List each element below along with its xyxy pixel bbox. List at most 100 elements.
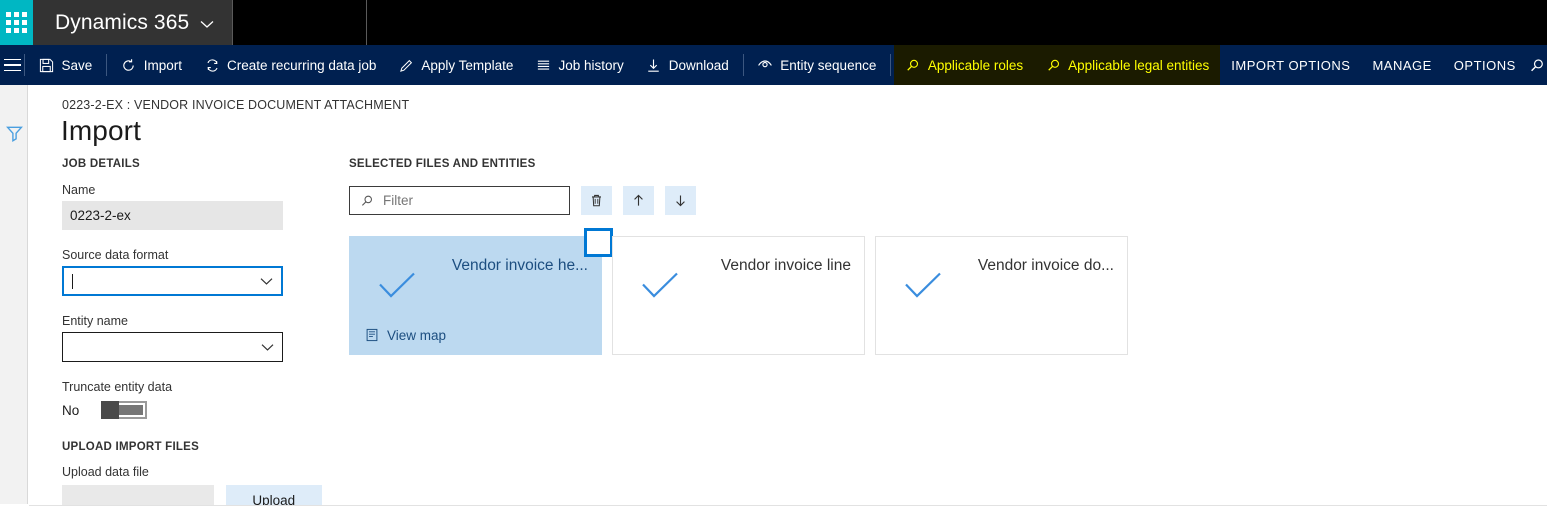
entity-card[interactable]: Vendor invoice he... View map: [349, 228, 613, 355]
command-manage[interactable]: MANAGE: [1361, 45, 1442, 85]
entity-card[interactable]: Vendor invoice line: [612, 236, 865, 355]
command-label: Create recurring data job: [227, 57, 377, 73]
check-icon: [904, 272, 942, 305]
filter-pane-icon[interactable]: [6, 125, 23, 142]
truncate-entity-data-value: No: [62, 402, 80, 418]
magnifier-icon: [1045, 57, 1061, 73]
top-brand-bar: Dynamics 365: [0, 0, 1547, 45]
command-label: IMPORT OPTIONS: [1231, 57, 1351, 73]
source-data-format-label: Source data format: [62, 248, 169, 262]
arrow-down-icon: [673, 193, 689, 209]
global-search-button[interactable]: [1527, 45, 1547, 85]
truncate-entity-data-label: Truncate entity data: [62, 380, 173, 394]
refresh-icon: [121, 57, 137, 73]
entity-name-label: Entity name: [62, 314, 129, 328]
trash-icon: [589, 193, 605, 209]
app-launcher-button[interactable]: [0, 0, 33, 45]
upload-button-label: Upload: [252, 492, 296, 506]
command-label: MANAGE: [1372, 57, 1432, 73]
toggle-knob: [101, 401, 120, 419]
upload-button[interactable]: Upload: [225, 485, 322, 506]
name-value: 0223-2-ex: [70, 208, 131, 223]
filter-placeholder: Filter: [383, 193, 413, 208]
move-down-button[interactable]: [665, 186, 696, 215]
left-rail: [0, 85, 28, 504]
page-body: 0223-2-EX : VENDOR INVOICE DOCUMENT ATTA…: [0, 85, 1547, 506]
entity-card-checkbox[interactable]: [584, 228, 613, 257]
command-label: Applicable roles: [927, 57, 1024, 73]
filter-toolbar: Filter: [349, 186, 1449, 215]
name-input[interactable]: 0223-2-ex: [62, 201, 283, 230]
command-applicable-roles[interactable]: Applicable roles: [893, 45, 1035, 85]
command-label: Save: [61, 57, 93, 73]
chevron-down-icon: [260, 274, 273, 289]
entity-card-title: Vendor invoice he...: [451, 257, 588, 274]
filter-input[interactable]: Filter: [349, 186, 570, 215]
check-icon: [378, 272, 416, 305]
upload-row: Upload: [62, 485, 322, 506]
eye-icon: [757, 57, 773, 73]
selected-files-panel: SELECTED FILES AND ENTITIES Filter Vendo…: [349, 158, 1449, 355]
save-icon: [39, 57, 55, 73]
command-label: Import: [143, 57, 183, 73]
brand-label: Dynamics 365: [55, 10, 190, 34]
divider: [890, 54, 891, 76]
command-options[interactable]: OPTIONS: [1443, 45, 1527, 85]
waffle-icon: [6, 12, 27, 33]
chevron-down-icon: [200, 17, 214, 31]
command-job-history[interactable]: Job history: [524, 45, 634, 85]
top-segment-one: [232, 0, 367, 45]
command-apply-template[interactable]: Apply Template: [387, 45, 524, 85]
entity-card-title: Vendor invoice line: [720, 257, 851, 274]
upload-import-files-heading: UPLOAD IMPORT FILES: [62, 441, 199, 453]
entity-card[interactable]: Vendor invoice do...: [875, 236, 1128, 355]
selected-files-heading: SELECTED FILES AND ENTITIES: [349, 158, 536, 170]
command-label: Download: [668, 57, 729, 73]
list-icon: [535, 57, 551, 73]
command-import-options[interactable]: IMPORT OPTIONS: [1220, 45, 1361, 85]
command-bar: Save Import Create recurring data job Ap…: [0, 45, 1547, 85]
chevron-down-icon: [261, 340, 274, 355]
download-icon: [646, 57, 662, 73]
delete-button[interactable]: [581, 186, 612, 215]
move-up-button[interactable]: [623, 186, 654, 215]
arrow-up-icon: [631, 193, 647, 209]
check-icon: [641, 272, 679, 305]
job-details-panel: JOB DETAILS Name 0223-2-ex Source data f…: [62, 158, 322, 506]
search-icon: [359, 193, 375, 209]
command-label: Entity sequence: [780, 57, 877, 73]
command-import[interactable]: Import: [110, 45, 193, 85]
job-details-heading: JOB DETAILS: [62, 158, 140, 170]
top-segment-two: [366, 0, 1547, 45]
entity-name-select[interactable]: [62, 332, 283, 362]
page-title: Import: [61, 115, 141, 146]
command-download[interactable]: Download: [635, 45, 740, 85]
brand-menu[interactable]: Dynamics 365: [33, 0, 233, 45]
command-label: Job history: [558, 57, 624, 73]
entity-card-title: Vendor invoice do...: [977, 257, 1114, 274]
command-applicable-legal-entities[interactable]: Applicable legal entities: [1034, 45, 1221, 85]
truncate-entity-data-row: No: [62, 401, 322, 419]
command-save[interactable]: Save: [28, 45, 104, 85]
text-cursor: [72, 273, 73, 289]
command-entity-sequence[interactable]: Entity sequence: [746, 45, 887, 85]
command-create-recurring-data-job[interactable]: Create recurring data job: [193, 45, 387, 85]
view-map-link[interactable]: View map: [364, 327, 446, 343]
command-label: OPTIONS: [1453, 57, 1516, 73]
truncate-entity-data-toggle[interactable]: [101, 401, 148, 419]
map-document-icon: [364, 327, 380, 343]
dynamics365-import-page: Dynamics 365 Save Import Create recurrin…: [0, 0, 1547, 506]
upload-data-file-label: Upload data file: [62, 465, 149, 479]
navigation-menu-button[interactable]: [4, 45, 21, 85]
hamburger-icon-line: [4, 69, 21, 72]
source-data-format-select[interactable]: [62, 266, 283, 296]
view-map-label: View map: [387, 327, 447, 343]
magnifier-icon: [905, 57, 921, 73]
command-label: Apply Template: [421, 57, 514, 73]
name-label: Name: [62, 183, 96, 197]
search-icon: [1529, 57, 1545, 73]
breadcrumb: 0223-2-EX : VENDOR INVOICE DOCUMENT ATTA…: [62, 98, 410, 112]
pencil-icon: [398, 57, 414, 73]
upload-file-input[interactable]: [62, 485, 214, 506]
divider: [742, 54, 744, 76]
